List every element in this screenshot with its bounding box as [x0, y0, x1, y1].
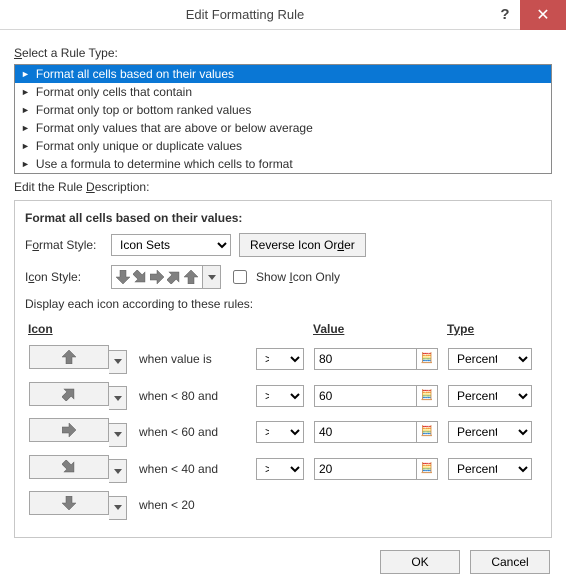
show-icon-only-label: Show Icon Only: [256, 270, 340, 284]
icon-dropdown-button[interactable]: [109, 496, 127, 520]
rule-type-item-label: Format all cells based on their values: [36, 67, 234, 81]
icon-rule-row: when value is >= 🧮 Percentile: [27, 342, 539, 377]
operator-select[interactable]: >=: [256, 458, 304, 480]
value-input[interactable]: [314, 348, 416, 370]
bullet-icon: ►: [21, 141, 30, 151]
arrow-down-right-icon: [133, 270, 147, 284]
description-title: Format all cells based on their values:: [25, 211, 541, 225]
rule-type-item[interactable]: ► Format only cells that contain: [15, 83, 551, 101]
icon-rule-row: when < 60 and >= 🧮 Percent: [27, 415, 539, 450]
type-select[interactable]: Percentile: [448, 348, 532, 370]
range-picker-button[interactable]: 🧮: [416, 348, 438, 370]
type-select[interactable]: Percent: [448, 385, 532, 407]
rule-type-item[interactable]: ► Format only unique or duplicate values: [15, 137, 551, 155]
icon-dropdown-button[interactable]: [109, 459, 127, 483]
rule-description-label: Edit the Rule Description:: [14, 180, 552, 194]
range-picker-icon: 🧮: [421, 427, 433, 437]
rule-type-item[interactable]: ► Format only top or bottom ranked values: [15, 101, 551, 119]
operator-select[interactable]: >=: [256, 385, 304, 407]
condition-label: when < 60 and: [139, 425, 218, 439]
dialog-footer: OK Cancel: [0, 538, 566, 586]
help-button[interactable]: ?: [490, 6, 520, 23]
value-input[interactable]: [314, 458, 416, 480]
range-picker-button[interactable]: 🧮: [416, 421, 438, 443]
value-input[interactable]: [314, 421, 416, 443]
icon-rule-row: when < 80 and >= 🧮 Percent: [27, 379, 539, 414]
rule-type-item-label: Format only top or bottom ranked values: [36, 103, 251, 117]
rule-type-label: Select a Rule Type:: [14, 46, 552, 60]
show-icon-only-checkbox[interactable]: Show Icon Only: [229, 267, 340, 287]
icon-select-button[interactable]: [29, 455, 109, 479]
icon-dropdown-button[interactable]: [109, 423, 127, 447]
icon-select-button[interactable]: [29, 382, 109, 406]
icon-select-button[interactable]: [29, 418, 109, 442]
format-style-label: Format Style:: [25, 238, 103, 252]
icon-select-button[interactable]: [29, 491, 109, 515]
icon-rules-table: Icon Value Type when value is >= 🧮 Percenti…: [25, 319, 541, 525]
cancel-button[interactable]: Cancel: [470, 550, 550, 574]
icon-style-label: Icon Style:: [25, 270, 103, 284]
header-value: Value: [312, 321, 444, 340]
dropdown-button[interactable]: [202, 266, 220, 288]
header-icon: Icon: [27, 321, 135, 340]
operator-select[interactable]: >=: [256, 421, 304, 443]
icon-style-select[interactable]: [111, 265, 221, 289]
header-type: Type: [446, 321, 539, 340]
bullet-icon: ►: [21, 123, 30, 133]
icon-dropdown-button[interactable]: [109, 350, 127, 374]
close-button[interactable]: ✕: [520, 0, 566, 30]
arrow-right-icon: [62, 423, 76, 437]
condition-label: when < 40 and: [139, 462, 218, 476]
icon-select-button[interactable]: [29, 345, 109, 369]
bullet-icon: ►: [21, 87, 30, 97]
rule-type-item-label: Format only values that are above or bel…: [36, 121, 313, 135]
condition-label: when < 20: [139, 498, 195, 512]
title-bar: Edit Formatting Rule ? ✕: [0, 0, 566, 30]
arrow-up-icon: [62, 350, 76, 364]
rule-type-list[interactable]: ►Format all cells based on their values►…: [14, 64, 552, 174]
value-input[interactable]: [314, 385, 416, 407]
ok-button[interactable]: OK: [380, 550, 460, 574]
show-icon-only-input[interactable]: [233, 270, 247, 284]
range-picker-button[interactable]: 🧮: [416, 458, 438, 480]
rule-type-item[interactable]: ► Format only values that are above or be…: [15, 119, 551, 137]
rule-type-item[interactable]: ► Use a formula to determine which cells …: [15, 155, 551, 173]
reverse-icon-order-button[interactable]: Reverse Icon Order: [239, 233, 366, 257]
type-select[interactable]: Percent: [448, 458, 532, 480]
condition-label: when < 80 and: [139, 389, 218, 403]
range-picker-icon: 🧮: [421, 354, 433, 364]
arrow-right-icon: [150, 270, 164, 284]
rule-type-item-label: Use a formula to determine which cells t…: [36, 157, 293, 171]
arrow-down-icon: [62, 496, 76, 510]
type-select[interactable]: Percent: [448, 421, 532, 443]
arrow-up-right-icon: [62, 387, 76, 401]
arrow-up-right-icon: [167, 270, 181, 284]
bullet-icon: ►: [21, 105, 30, 115]
arrow-down-icon: [116, 270, 130, 284]
arrow-down-right-icon: [62, 460, 76, 474]
bullet-icon: ►: [21, 159, 30, 169]
description-box: Format all cells based on their values: …: [14, 200, 552, 538]
arrow-up-icon: [184, 270, 198, 284]
range-picker-icon: 🧮: [421, 464, 433, 474]
operator-select[interactable]: >=: [256, 348, 304, 370]
range-picker-button[interactable]: 🧮: [416, 385, 438, 407]
display-rules-label: Display each icon according to these rul…: [25, 297, 541, 311]
condition-label: when value is: [139, 352, 212, 366]
bullet-icon: ►: [21, 69, 30, 79]
icon-rule-row: when < 40 and >= 🧮 Percent: [27, 452, 539, 487]
icon-rule-row: when < 20: [27, 488, 539, 523]
window-title: Edit Formatting Rule: [0, 7, 490, 22]
rule-type-item-label: Format only unique or duplicate values: [36, 139, 242, 153]
range-picker-icon: 🧮: [421, 391, 433, 401]
rule-type-item-label: Format only cells that contain: [36, 85, 192, 99]
rule-type-item[interactable]: ► Format all cells based on their values: [15, 65, 551, 83]
icon-dropdown-button[interactable]: [109, 386, 127, 410]
format-style-select[interactable]: Icon Sets: [111, 234, 231, 256]
